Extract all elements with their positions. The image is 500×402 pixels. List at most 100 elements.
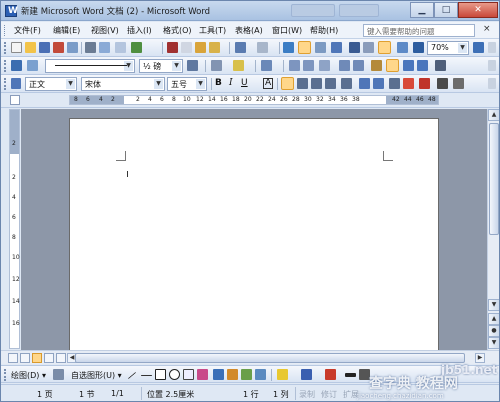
drawing-icon[interactable] [363,42,374,53]
sort-ascending-icon[interactable] [403,60,414,71]
font-color-draw-icon[interactable] [325,369,336,380]
menu-edit[interactable]: 编辑(E) [53,25,80,36]
chevron-down-icon[interactable]: ▼ [124,61,133,71]
undo-icon[interactable] [235,42,246,53]
show-hide-icon[interactable] [397,42,408,53]
line-spacing-icon[interactable] [341,78,352,89]
shading-color-icon[interactable] [233,60,244,71]
align-right-icon[interactable] [311,78,322,89]
menu-help[interactable]: 帮助(H) [310,25,338,36]
outline-view-icon[interactable] [44,353,54,363]
document-page[interactable] [69,118,439,358]
decrease-indent-icon[interactable] [389,78,400,89]
font-select[interactable]: 宋体 ▼ [81,77,165,91]
font-size-select[interactable]: 五号 ▼ [167,77,207,91]
open-folder-icon[interactable] [25,42,36,53]
menu-view[interactable]: 视图(V) [91,25,119,36]
toolbar-options-icon[interactable] [488,42,496,53]
style-select[interactable]: 正文 ▼ [25,77,77,91]
toolbar-grip[interactable] [4,60,7,72]
toolbar-options-icon[interactable] [488,60,496,71]
chevron-down-icon[interactable]: ▼ [154,79,163,89]
line-color-icon[interactable] [301,369,312,380]
status-track-changes-mode[interactable]: 修订 [321,389,337,400]
horizontal-scroll-thumb[interactable] [75,353,465,363]
draw-table-icon[interactable] [11,60,22,71]
cut-icon[interactable] [167,42,178,53]
print-icon[interactable] [85,42,96,53]
hyperlink-icon[interactable] [283,42,294,53]
character-border-button[interactable]: A [263,78,274,89]
table-autoformat-icon[interactable] [371,60,382,71]
print-preview-icon[interactable] [99,42,110,53]
vertical-scrollbar[interactable]: ▲ ▼ ▲ ● ▼ [487,109,499,350]
chevron-down-icon[interactable]: ▼ [172,61,181,71]
help-icon[interactable] [473,42,484,53]
web-view-icon[interactable] [20,353,30,363]
print-layout-view-icon[interactable] [32,353,42,363]
insert-excel-icon[interactable] [331,42,342,53]
bullets-icon[interactable] [373,78,384,89]
maximize-button[interactable]: □ [434,2,458,18]
highlight-icon[interactable] [403,78,414,89]
help-search-input[interactable]: 键入需要帮助的问题 [363,24,475,37]
char-scaling-icon[interactable] [437,78,448,89]
status-record-mode[interactable]: 录制 [299,389,315,400]
menu-file[interactable]: 文件(F) [14,25,41,36]
select-objects-icon[interactable] [53,369,64,380]
textbox-tool-icon[interactable] [183,369,194,380]
menu-tools[interactable]: 工具(T) [199,25,226,36]
numbering-icon[interactable] [359,78,370,89]
vertical-textbox-icon[interactable] [197,369,208,380]
borders-icon[interactable] [211,60,222,71]
line-style-icon[interactable] [345,373,356,377]
toolbar-grip[interactable] [4,369,7,381]
format-painter-icon[interactable] [209,42,220,53]
insert-picture-icon[interactable] [255,369,266,380]
close-button[interactable]: ✕ [458,2,498,18]
chevron-down-icon[interactable]: ▼ [66,79,75,89]
document-map-icon[interactable] [378,41,391,54]
line-tool-icon[interactable] [127,371,137,380]
minimize-button[interactable]: ▁ [410,2,434,18]
distribute-columns-icon[interactable] [353,60,364,71]
redo-icon[interactable] [257,42,268,53]
distribute-rows-icon[interactable] [339,60,350,71]
next-page-icon[interactable]: ▼ [488,337,499,349]
draw-menu-button[interactable]: 绘图(D) ▾ [11,370,46,381]
line-weight-select[interactable]: ½ 磅 ▼ [139,59,183,73]
oval-tool-icon[interactable] [169,369,180,380]
scroll-up-icon[interactable]: ▲ [488,109,499,121]
chevron-down-icon[interactable]: ▼ [196,79,205,89]
previous-page-icon[interactable]: ▲ [488,313,499,325]
permission-icon[interactable] [53,42,64,53]
normal-view-icon[interactable] [8,353,18,363]
vertical-scroll-thumb[interactable] [489,123,499,235]
line-style-select[interactable]: ▼ [45,59,135,73]
reading-mode-icon[interactable] [413,42,424,53]
bold-button[interactable]: B [215,78,222,88]
research-icon[interactable] [115,42,126,53]
arrow-tool-icon[interactable] [141,375,152,376]
text-direction-icon[interactable] [386,59,399,72]
scroll-down-icon[interactable]: ▼ [488,299,499,311]
toolbar-options-icon[interactable] [488,78,496,89]
copy-icon[interactable] [181,42,192,53]
save-icon[interactable] [39,42,50,53]
rectangle-tool-icon[interactable] [155,369,166,380]
align-center-icon[interactable] [297,78,308,89]
wordart-icon[interactable] [213,369,224,380]
scroll-right-icon[interactable]: ▶ [475,353,485,363]
tables-borders-icon[interactable] [298,41,311,54]
styles-pane-icon[interactable] [11,78,21,89]
italic-button[interactable]: I [229,78,233,88]
select-browse-object-icon[interactable]: ● [488,325,499,337]
menu-table[interactable]: 表格(A) [235,25,263,36]
justify-icon[interactable] [325,78,336,89]
zoom-select[interactable]: 70% ▼ [427,41,469,55]
eraser-icon[interactable] [27,60,38,71]
chevron-down-icon[interactable]: ▼ [458,43,467,53]
new-document-icon[interactable] [11,42,22,53]
clipart-icon[interactable] [241,369,252,380]
paste-icon[interactable] [195,42,206,53]
